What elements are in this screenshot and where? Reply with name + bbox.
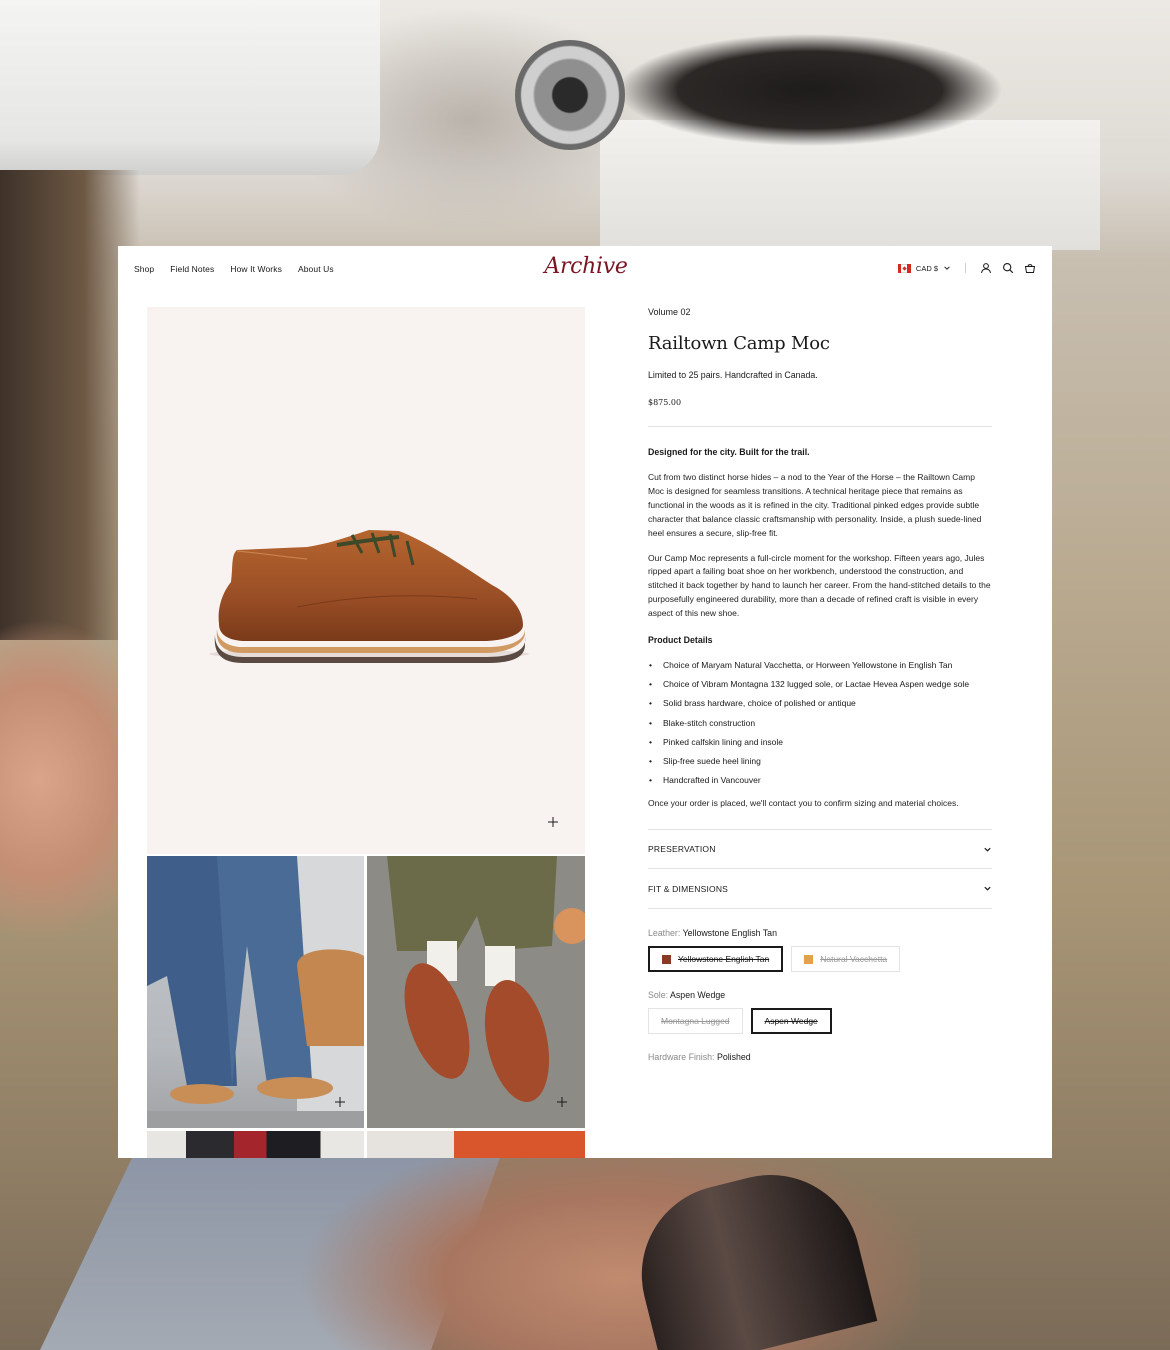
gallery-thumbnail-4[interactable] — [367, 1131, 585, 1158]
description-paragraph-1: Cut from two distinct horse hides – a no… — [648, 472, 982, 538]
canada-flag-icon — [897, 263, 911, 273]
product-volume: Volume 02 — [648, 307, 691, 317]
leather-option-natural-vacchetta[interactable]: Natural Vacchetta — [791, 946, 901, 973]
gallery-thumbnail-1[interactable] — [147, 856, 364, 1128]
sole-option-label: Sole: Aspen Wedge — [648, 990, 992, 1000]
leather-key: Leather: — [648, 928, 681, 939]
product-page-card: Shop Field Notes How It Works About Us A… — [118, 246, 1052, 1158]
account-icon[interactable] — [980, 262, 992, 274]
feet-photo — [367, 856, 585, 1128]
header-actions: CAD $ — [897, 262, 1036, 274]
site-header: Shop Field Notes How It Works About Us A… — [118, 246, 1052, 292]
divider — [648, 426, 992, 427]
list-item: Solid brass hardware, choice of polished… — [648, 697, 992, 711]
list-item: Pinked calfskin lining and insole — [648, 736, 992, 750]
jeans-photo — [147, 856, 364, 1128]
site-logo[interactable]: Archive — [536, 254, 636, 279]
hardware-selected-value: Polished — [716, 1052, 751, 1063]
option-label: Aspen Wedge — [764, 1016, 818, 1027]
leather-option-label: Leather: Yellowstone English Tan — [648, 928, 992, 938]
details-heading: Product Details — [648, 635, 713, 646]
sole-key: Sole: — [648, 990, 669, 1001]
option-label: Natural Vacchetta — [820, 954, 888, 965]
product-price: $875.00 — [648, 398, 682, 407]
zoom-plus-icon[interactable] — [556, 1096, 568, 1108]
product-title: Railtown Camp Moc — [648, 333, 830, 354]
header-divider — [965, 263, 966, 273]
accordion-fit-dimensions[interactable]: FIT & DIMENSIONS — [648, 869, 992, 910]
sole-selected-value: Aspen Wedge — [670, 990, 726, 1001]
product-info: Volume 02 Railtown Camp Moc Limited to 2… — [648, 307, 992, 1062]
cart-icon[interactable] — [1024, 262, 1036, 274]
shoe-image — [209, 530, 529, 663]
list-item: Handcrafted in Vancouver — [648, 774, 992, 788]
intro-heading: Designed for the city. Built for the tra… — [648, 447, 810, 457]
leather-swatch-icon — [804, 954, 814, 964]
list-item: Choice of Maryam Natural Vacchetta, or H… — [648, 659, 992, 673]
chevron-down-icon — [944, 266, 950, 270]
gallery-thumbnail-3[interactable] — [147, 1131, 364, 1158]
sole-option-aspen-wedge[interactable]: Aspen Wedge — [750, 1008, 832, 1035]
hardware-key: Hardware Finish: — [648, 1052, 715, 1063]
list-item: Slip-free suede heel lining — [648, 755, 992, 769]
currency-label: CAD $ — [915, 263, 938, 273]
chevron-down-icon — [984, 886, 991, 891]
nav-field-notes[interactable]: Field Notes — [170, 264, 214, 274]
background-machine-table — [0, 0, 380, 175]
hardware-option-label: Hardware Finish: Polished — [648, 1052, 992, 1062]
nav-shop[interactable]: Shop — [134, 264, 154, 274]
main-product-image[interactable] — [147, 307, 585, 854]
search-icon[interactable] — [1002, 262, 1014, 274]
accordion-label: FIT & DIMENSIONS — [648, 883, 729, 894]
leather-options: Yellowstone English Tan Natural Vacchett… — [648, 946, 992, 973]
leather-option-yellowstone[interactable]: Yellowstone English Tan — [648, 946, 784, 973]
leather-swatch-icon — [662, 954, 671, 964]
sole-options: Montagna Lugged Aspen Wedge — [648, 1008, 992, 1035]
gallery-thumbnail-2[interactable] — [367, 856, 585, 1128]
details-list: Choice of Maryam Natural Vacchetta, or H… — [648, 659, 992, 788]
sole-option-montagna-lugged[interactable]: Montagna Lugged — [648, 1008, 743, 1035]
nav-about-us[interactable]: About Us — [298, 264, 334, 274]
zoom-plus-icon[interactable] — [547, 816, 559, 828]
zoom-plus-icon[interactable] — [334, 1096, 346, 1108]
currency-selector[interactable]: CAD $ — [897, 263, 951, 273]
order-note: Once your order is placed, we'll contact… — [648, 798, 959, 809]
accordion-preservation[interactable]: PRESERVATION — [648, 829, 992, 870]
leather-selected-value: Yellowstone English Tan — [682, 928, 777, 939]
accordion-label: PRESERVATION — [648, 844, 716, 855]
nav-how-it-works[interactable]: How It Works — [230, 264, 282, 274]
chevron-down-icon — [984, 847, 991, 852]
accordion-group: PRESERVATION FIT & DIMENSIONS — [648, 829, 992, 910]
background-machine-knob — [515, 40, 625, 150]
product-tagline: Limited to 25 pairs. Handcrafted in Cana… — [648, 370, 818, 380]
option-label: Montagna Lugged — [661, 1016, 730, 1027]
description-paragraph-2: Our Camp Moc represents a full-circle mo… — [648, 552, 991, 619]
list-item: Blake-stitch construction — [648, 717, 992, 731]
list-item: Choice of Vibram Montagna 132 lugged sol… — [648, 678, 992, 692]
background-arm — [0, 620, 120, 940]
option-label: Yellowstone English Tan — [678, 954, 770, 965]
main-nav: Shop Field Notes How It Works About Us — [134, 264, 334, 274]
